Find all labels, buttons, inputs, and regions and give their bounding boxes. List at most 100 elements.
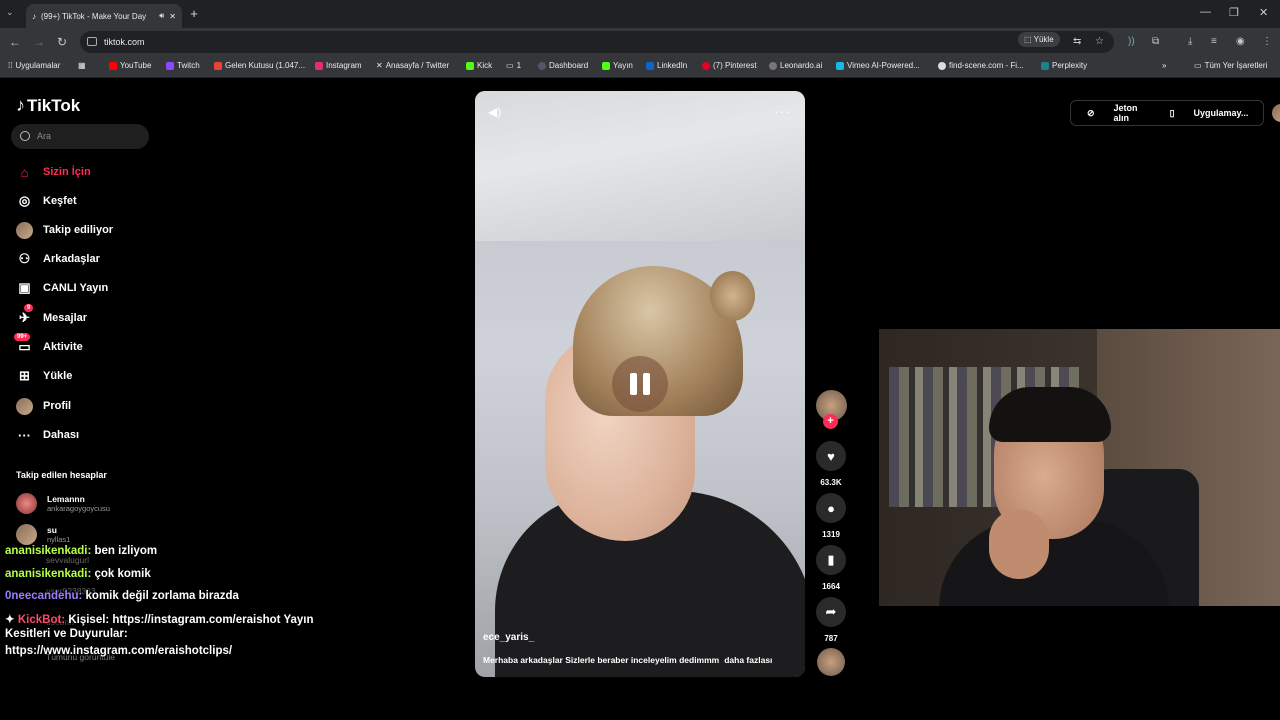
bookmark-label: 1 — [516, 61, 522, 70]
tiktok-logo[interactable]: ♪ TikTok — [16, 95, 80, 116]
nav-for-you[interactable]: ⌂ Sizin İçin — [16, 162, 156, 182]
comment-icon: ● — [816, 493, 846, 523]
nav-label: Dahası — [43, 429, 80, 441]
bookmark-leonardo[interactable]: Leonardo.ai — [769, 61, 822, 70]
nav-activity[interactable]: ▭ 99+ Aktivite — [14, 332, 156, 357]
account-user: nyllas1 — [47, 535, 71, 544]
sound-avatar[interactable] — [815, 648, 847, 681]
nav-friends[interactable]: ⚇ Arkadaşlar — [16, 249, 156, 269]
minimize-icon[interactable]: — — [1200, 6, 1211, 18]
nav-label: Keşfet — [43, 195, 77, 207]
tab-list-icon[interactable]: ⌄ — [6, 7, 14, 18]
folder-icon: ▭ — [1194, 61, 1202, 70]
profile-avatar-icon[interactable]: ◉ — [1236, 36, 1245, 47]
bookmark-label: Perplexity — [1052, 61, 1088, 70]
nav-upload[interactable]: ⊞ Yükle — [16, 366, 156, 386]
bookmark-instagram[interactable]: Instagram — [315, 61, 362, 70]
grid-icon[interactable]: ▦ — [78, 61, 86, 70]
chat-user: ananisikenkadi: — [5, 545, 92, 557]
apps-grid-icon: ⁞⁞ — [8, 61, 13, 70]
leonardo-icon — [769, 61, 777, 70]
search-input[interactable]: Ara — [11, 124, 149, 149]
install-app-button[interactable]: ⬚ Yükle — [1018, 32, 1060, 47]
bookmark-vimeo[interactable]: Vimeo AI-Powered... — [836, 61, 920, 70]
browser-tab[interactable]: ♪ (99+) TikTok - Make Your Day 🔊︎ ✕ — [26, 4, 182, 28]
streamer — [989, 509, 1049, 579]
volume-icon[interactable]: ◀) — [488, 105, 501, 119]
nav-label: Mesajlar — [43, 312, 88, 324]
site-info-icon[interactable] — [87, 37, 97, 46]
nav-following[interactable]: Takip ediliyor — [16, 220, 156, 240]
forward-icon[interactable]: → — [33, 35, 45, 49]
video-username[interactable]: ece_yaris_ — [483, 632, 534, 643]
following-account[interactable]: Lemannn ankaragoygoycusu — [16, 493, 110, 514]
back-icon[interactable]: ← — [9, 35, 21, 49]
coin-icon: ⊘ — [1087, 107, 1095, 118]
more-bookmarks-icon[interactable]: » — [1162, 61, 1166, 70]
reload-icon[interactable]: ↻ — [57, 35, 67, 49]
bookmark-youtube[interactable]: YouTube — [109, 61, 151, 70]
bookmark-star-icon[interactable]: ☆ — [1095, 36, 1104, 47]
bookmark-icon: ▮ — [816, 545, 846, 575]
bookmark-apps[interactable]: ⁞⁞ Uygulamalar — [8, 61, 60, 70]
nav-label: Aktivite — [43, 341, 83, 353]
messages-icon: ✈ 9 — [16, 303, 34, 327]
url-bar[interactable]: tiktok.com — [80, 31, 1114, 53]
following-avatar-icon — [16, 221, 33, 239]
bookmark-pinterest[interactable]: (7) Pinterest — [702, 61, 757, 70]
nav-more[interactable]: ··· Dahası — [16, 425, 156, 445]
bookmark-label: Twitch — [177, 61, 200, 70]
download-icon[interactable]: ⤓ — [1188, 36, 1192, 47]
more-options-icon[interactable]: ··· — [774, 103, 791, 119]
vimeo-icon — [836, 61, 844, 70]
close-tab-icon[interactable]: ✕ — [169, 12, 176, 21]
menu-kebab-icon[interactable]: ⋮ — [1262, 36, 1272, 47]
nav-label: Yükle — [43, 370, 73, 382]
nav-messages[interactable]: ✈ 9 Mesajlar — [16, 303, 156, 328]
get-coins-button[interactable]: ⊘ Jeton alın — [1071, 103, 1154, 123]
bookmark-linkedin[interactable]: LinkedIn — [646, 61, 687, 70]
chat-text: Kişisel: https://instagram.com/eraishot … — [68, 614, 314, 626]
x-icon: ✕ — [376, 61, 383, 70]
user-avatar[interactable] — [1264, 104, 1280, 122]
follow-plus-icon[interactable]: + — [823, 414, 838, 429]
like-button[interactable]: ♥ 63.3K — [815, 441, 847, 487]
restore-icon[interactable]: ❐ — [1229, 6, 1239, 19]
see-more-link[interactable]: daha fazlası — [724, 655, 772, 665]
all-bookmarks[interactable]: ▭ Tüm Yer İşaretleri — [1194, 61, 1267, 70]
save-count: 1664 — [822, 582, 840, 591]
bookmark-twitch[interactable]: Twitch — [166, 61, 200, 70]
app-label: Uygulamay... — [1193, 108, 1249, 118]
share-button[interactable]: ➦ 787 — [815, 597, 847, 643]
bookmark-perplexity[interactable]: Perplexity — [1041, 61, 1087, 70]
new-tab-button[interactable]: + — [186, 6, 202, 22]
extensions-puzzle-icon[interactable]: ⧉ — [1152, 36, 1159, 47]
comment-count: 1319 — [822, 530, 840, 539]
translate-icon[interactable]: ⇆ — [1073, 36, 1081, 47]
pause-button[interactable] — [612, 356, 668, 412]
bookmark-gmail[interactable]: Gelen Kutusu (1.047... — [214, 61, 305, 70]
close-window-icon[interactable]: ✕ — [1259, 6, 1268, 19]
bookmark-folder-1[interactable]: ▭ 1 — [506, 61, 521, 70]
bookmark-find-scene[interactable]: find-scene.com - Fi... — [938, 61, 1024, 70]
get-app-button[interactable]: ▯ Uygulamay... — [1154, 108, 1265, 119]
comment-button[interactable]: ● 1319 — [815, 493, 847, 539]
media-icon[interactable]: ≡ — [1211, 36, 1217, 47]
nav-live[interactable]: ▣ CANLI Yayın — [16, 278, 156, 298]
bookmark-label: find-scene.com - Fi... — [949, 61, 1024, 70]
speaker-icon[interactable]: 🔊︎ — [159, 11, 164, 21]
nav-explore[interactable]: ◎ Keşfet — [16, 191, 156, 211]
following-account[interactable]: su nyllas1 — [16, 524, 70, 545]
bookmark-kick[interactable]: Kick — [466, 61, 492, 70]
webcam-overlay — [879, 329, 1280, 606]
save-button[interactable]: ▮ 1664 — [815, 545, 847, 591]
streamer — [989, 387, 1111, 442]
video-player[interactable]: ◀) ··· ece_yaris_ Merhaba arkadaşlar Siz… — [475, 91, 805, 677]
nav-profile[interactable]: Profil — [16, 396, 156, 416]
extension-icon[interactable]: )) — [1128, 36, 1135, 47]
bookmark-yayin[interactable]: Yayın — [602, 61, 633, 70]
bookmark-dashboard[interactable]: Dashboard — [538, 61, 588, 70]
coins-label: Jeton alın — [1113, 103, 1138, 123]
bookmark-twitter[interactable]: ✕ Anasayfa / Twitter — [376, 61, 449, 70]
bookmark-label: LinkedIn — [657, 61, 688, 70]
